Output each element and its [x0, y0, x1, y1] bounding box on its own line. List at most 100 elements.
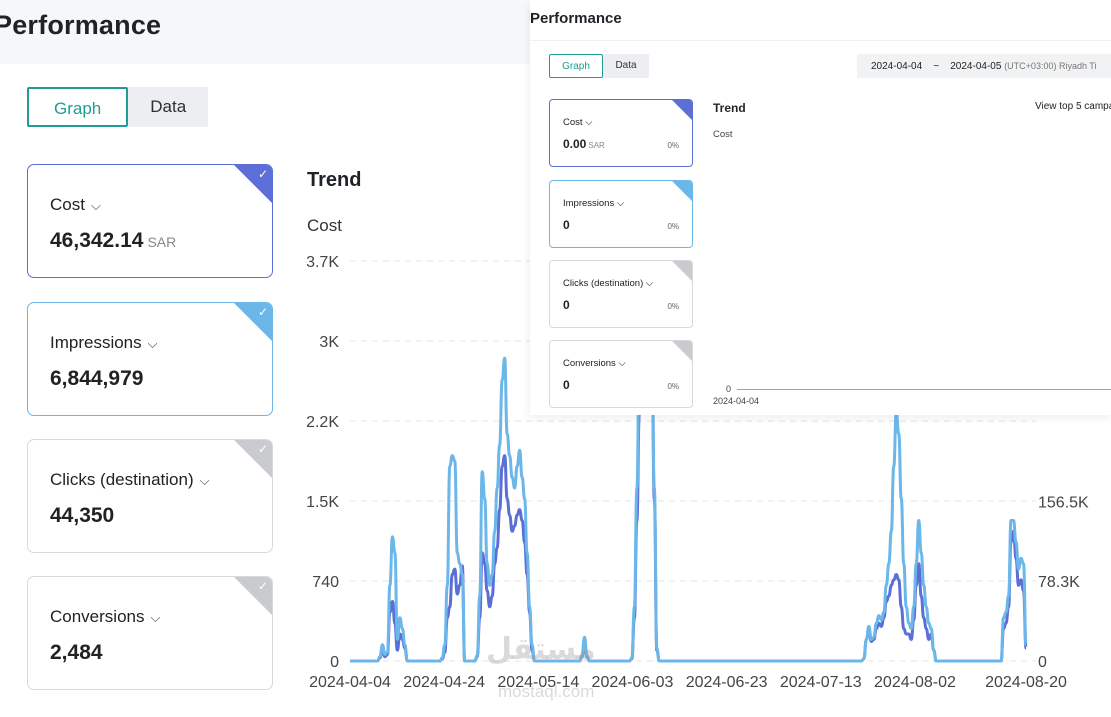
- metric-value-text: 6,844,979: [50, 367, 144, 390]
- overlay-metric-value: 0.00 SAR: [563, 137, 605, 151]
- metric-card-impressions[interactable]: Impressions ⌵ 6,844,979 ✓: [27, 302, 273, 416]
- overlay-tabs: Graph Data: [549, 54, 649, 78]
- metric-value-text: 2,484: [50, 641, 103, 664]
- x-tick-label: 2024-04-04: [309, 674, 391, 691]
- unselected-corner: ✓: [234, 440, 272, 478]
- metric-label-text: Conversions: [50, 607, 145, 626]
- tab-graph[interactable]: Graph: [27, 87, 129, 127]
- chevron-down-icon[interactable]: ⌵: [200, 473, 210, 489]
- overlay-metric-card-conversions[interactable]: Conversions ⌵ 0 0%: [549, 340, 693, 408]
- check-icon: ✓: [257, 442, 268, 456]
- metric-label: Cost ⌵: [50, 195, 101, 215]
- y-tick-label: 3.7K: [306, 254, 339, 271]
- chevron-down-icon[interactable]: ⌵: [151, 610, 161, 626]
- page-title: Performance: [0, 10, 162, 40]
- overlay-series-line: [737, 389, 1111, 390]
- overlay-trend-metric-label: Cost: [713, 129, 733, 140]
- y-tick-label: 3K: [319, 334, 339, 351]
- overlay-trend-title: Trend: [713, 101, 746, 115]
- overlay-metric-label-text: Conversions: [563, 358, 616, 369]
- y2-tick-label: 156.5K: [1038, 494, 1089, 511]
- overlay-metric-label-text: Cost: [563, 117, 583, 128]
- overlay-metric-label: Cost ⌵: [563, 117, 592, 128]
- y-tick-label: 1.5K: [306, 494, 339, 511]
- selected-corner: [672, 100, 692, 120]
- overlay-metric-label-text: Impressions: [563, 198, 615, 209]
- date-end: 2024-04-05: [950, 61, 1002, 72]
- overlay-body: Graph Data 2024-04-04 ~ 2024-04-05 (UTC+…: [530, 40, 1111, 415]
- check-icon: ✓: [257, 305, 268, 319]
- overlay-tab-graph[interactable]: Graph: [549, 54, 603, 78]
- date-separator: ~: [933, 61, 940, 72]
- y-tick-label: 0: [330, 654, 339, 671]
- metric-label-text: Clicks (destination): [50, 470, 194, 489]
- metric-value-text: 46,342.14: [50, 229, 144, 252]
- overlay-metric-pct: 0%: [667, 141, 679, 150]
- overlay-metric-value: 0: [563, 378, 570, 392]
- metric-card-conversions[interactable]: Conversions ⌵ 2,484 ✓: [27, 576, 273, 690]
- trend-title: Trend: [307, 169, 362, 191]
- watermark-logo: مستقل: [486, 633, 596, 666]
- selected-corner: [672, 181, 692, 201]
- x-tick-label: 2024-04-24: [403, 674, 485, 691]
- overlay-y-tick: 0: [726, 384, 732, 394]
- metric-label-text: Cost: [50, 195, 85, 214]
- date-start: 2024-04-04: [871, 61, 923, 72]
- chevron-down-icon[interactable]: ⌵: [148, 336, 158, 352]
- metric-label: Impressions ⌵: [50, 333, 158, 353]
- metric-label-text: Impressions: [50, 333, 142, 352]
- metric-value: 6,844,979: [50, 367, 143, 391]
- y-tick-label: 740: [312, 574, 339, 591]
- unselected-corner: [672, 341, 692, 361]
- unselected-corner: ✓: [234, 577, 272, 615]
- overlay-metric-value: 0: [563, 298, 570, 312]
- x-tick-label: 2024-08-02: [874, 674, 956, 691]
- selected-corner: ✓: [234, 303, 272, 341]
- overlay-metric-label: Clicks (destination) ⌵: [563, 278, 653, 289]
- x-tick-label: 2024-07-13: [780, 674, 862, 691]
- overlay-metric-unit: SAR: [588, 141, 605, 150]
- metric-value: 46,342.14 SAR: [50, 229, 176, 253]
- overlay-metric-value-text: 0.00: [563, 137, 587, 151]
- overlay-metric-value: 0: [563, 218, 570, 232]
- x-tick-label: 2024-08-20: [985, 674, 1067, 691]
- y-tick-label: 2.2K: [306, 414, 339, 431]
- view-top-campaigns-link[interactable]: View top 5 campa: [1035, 101, 1111, 112]
- tab-data[interactable]: Data: [128, 87, 209, 127]
- metric-card-clicks[interactable]: Clicks (destination) ⌵ 44,350 ✓: [27, 439, 273, 553]
- metric-value-text: 44,350: [50, 504, 115, 527]
- overlay-metric-card-impressions[interactable]: Impressions ⌵ 0 0%: [549, 180, 693, 248]
- overlay-metric-pct: 0%: [667, 222, 679, 231]
- chevron-down-icon[interactable]: ⌵: [646, 278, 653, 289]
- overlay-metric-card-clicks[interactable]: Clicks (destination) ⌵ 0 0%: [549, 260, 693, 328]
- chevron-down-icon[interactable]: ⌵: [91, 198, 101, 214]
- metric-label: Clicks (destination) ⌵: [50, 470, 209, 490]
- check-icon: ✓: [257, 167, 268, 181]
- overlay-metric-pct: 0%: [667, 382, 679, 391]
- metric-card-cost[interactable]: Cost ⌵ 46,342.14 SAR ✓: [27, 164, 273, 278]
- y2-tick-label: 0: [1038, 654, 1047, 671]
- overlay-metric-label-text: Clicks (destination): [563, 278, 644, 289]
- timezone-label: (UTC+03:00) Riyadh Ti: [1004, 61, 1097, 71]
- metric-value: 2,484: [50, 641, 103, 665]
- metric-label: Conversions ⌵: [50, 607, 160, 627]
- overlay-title: Performance: [530, 10, 622, 27]
- check-icon: ✓: [257, 579, 268, 593]
- overlay-metric-label: Impressions ⌵: [563, 198, 624, 209]
- overlay-panel: Performance Graph Data 2024-04-04 ~ 2024…: [530, 0, 1111, 415]
- overlay-metric-card-cost[interactable]: Cost ⌵ 0.00 SAR 0%: [549, 99, 693, 167]
- metric-value: 44,350: [50, 504, 114, 528]
- overlay-metric-pct: 0%: [667, 302, 679, 311]
- overlay-tab-data[interactable]: Data: [603, 54, 649, 78]
- trend-metric-label: Cost: [307, 216, 342, 235]
- selected-corner: ✓: [234, 165, 272, 203]
- date-range-picker[interactable]: 2024-04-04 ~ 2024-04-05 (UTC+03:00) Riya…: [857, 54, 1111, 78]
- unselected-corner: [672, 261, 692, 281]
- overlay-x-tick: 2024-04-04: [713, 396, 760, 406]
- watermark-url: mostaql.com: [498, 682, 595, 701]
- chevron-down-icon[interactable]: ⌵: [618, 358, 625, 369]
- chevron-down-icon[interactable]: ⌵: [585, 117, 592, 128]
- chevron-down-icon[interactable]: ⌵: [617, 198, 624, 209]
- view-tabs: Graph Data: [27, 87, 209, 127]
- y2-tick-label: 78.3K: [1038, 574, 1080, 591]
